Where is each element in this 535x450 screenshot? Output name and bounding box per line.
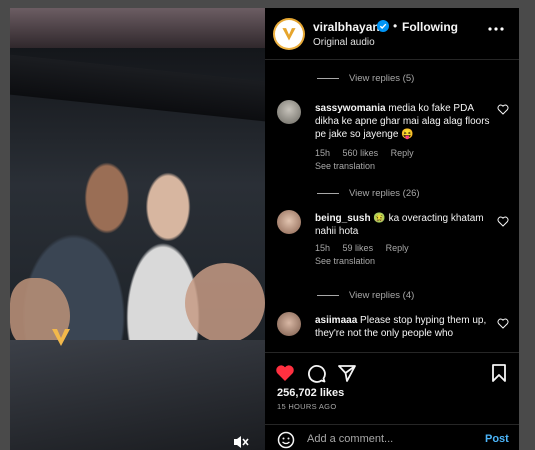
comment-username[interactable]: being_sush bbox=[315, 213, 371, 224]
post-author-username[interactable]: viralbhayani bbox=[313, 20, 383, 34]
share-icon[interactable] bbox=[337, 363, 357, 383]
comment-like-icon[interactable] bbox=[497, 104, 509, 115]
viral-logo-icon bbox=[282, 28, 296, 41]
video-scene-hand bbox=[185, 263, 265, 343]
commenter-avatar[interactable] bbox=[277, 100, 301, 124]
comment-like-icon[interactable] bbox=[497, 216, 509, 227]
see-translation-link[interactable]: See translation bbox=[315, 256, 375, 266]
reel-video[interactable] bbox=[10, 8, 265, 450]
view-replies-button[interactable]: View replies (4) bbox=[317, 289, 414, 301]
post-header: viralbhayani • Following Original audio bbox=[265, 8, 519, 60]
bookmark-icon[interactable] bbox=[489, 363, 509, 383]
post-timestamp[interactable]: 15 HOURS AGO bbox=[277, 402, 336, 411]
mute-icon[interactable] bbox=[232, 434, 250, 450]
comment-item: asiimaaa Please stop hyping them up, the… bbox=[277, 312, 513, 352]
video-scene-roof bbox=[10, 8, 265, 48]
audio-label[interactable]: Original audio bbox=[313, 37, 375, 48]
comment-meta: 15h 59 likes Reply bbox=[315, 243, 419, 253]
comments-list[interactable]: View replies (5) sassywomania media ko f… bbox=[265, 60, 519, 352]
video-scene-window bbox=[10, 54, 265, 122]
video-scene-door bbox=[10, 340, 265, 450]
comment-input[interactable] bbox=[307, 431, 467, 447]
verified-icon bbox=[377, 20, 389, 32]
comment-likes[interactable]: 59 likes bbox=[343, 243, 374, 253]
reply-button[interactable]: Reply bbox=[391, 148, 414, 158]
comment-age: 15h bbox=[315, 148, 331, 158]
avatar[interactable] bbox=[273, 18, 305, 50]
commenter-avatar[interactable] bbox=[277, 210, 301, 234]
watermark-logo-icon bbox=[52, 329, 70, 346]
view-replies-button[interactable]: View replies (26) bbox=[317, 187, 420, 199]
comment-composer: Post bbox=[265, 424, 519, 450]
commenter-avatar[interactable] bbox=[277, 312, 301, 336]
post-comment-button[interactable]: Post bbox=[485, 433, 509, 445]
comment-item: sassywomania media ko fake PDA dikha ke … bbox=[277, 100, 513, 180]
comment-item: being_sush 🤢 ka overacting khatam nahii … bbox=[277, 210, 513, 280]
emoji-icon[interactable] bbox=[277, 431, 295, 449]
see-translation-link[interactable]: See translation bbox=[315, 161, 375, 171]
like-count[interactable]: 256,702 likes bbox=[277, 387, 344, 399]
more-icon[interactable] bbox=[487, 26, 505, 32]
reply-button[interactable]: Reply bbox=[386, 243, 409, 253]
comment-icon[interactable] bbox=[306, 363, 326, 383]
comment-username[interactable]: asiimaaa bbox=[315, 315, 357, 326]
comment-likes[interactable]: 560 likes bbox=[343, 148, 379, 158]
following-button[interactable]: Following bbox=[402, 20, 458, 34]
comment-meta: 15h 560 likes Reply bbox=[315, 148, 424, 158]
heart-icon[interactable] bbox=[275, 363, 295, 383]
comment-age: 15h bbox=[315, 243, 331, 253]
separator-dot: • bbox=[393, 19, 398, 33]
post-actions-bar bbox=[265, 352, 519, 390]
view-replies-button[interactable]: View replies (5) bbox=[317, 72, 414, 84]
post-side-panel: viralbhayani • Following Original audio … bbox=[265, 8, 519, 450]
comment-username[interactable]: sassywomania bbox=[315, 103, 386, 114]
instagram-post-modal: viralbhayani • Following Original audio … bbox=[0, 0, 535, 450]
comment-like-icon[interactable] bbox=[497, 318, 509, 329]
